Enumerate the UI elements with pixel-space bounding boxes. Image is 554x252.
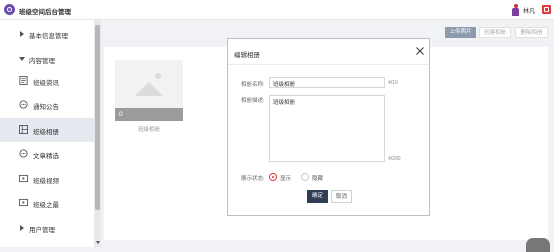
sidebar-item-label: 内容管理 [29, 58, 55, 65]
sidebar: 基本信息管理 内容管理 班级资讯 通知公告 班级相册 文章精选 班级视频 班级之… [0, 20, 94, 247]
sidebar-item-user-management[interactable]: 用户管理 [0, 216, 94, 240]
caret-right-icon [20, 225, 24, 231]
edit-album-dialog: 编辑相册 相册名称: 班级相册 4/10 相册描述: 班级相册 4/200 展示… [227, 38, 430, 216]
video-icon [19, 198, 28, 207]
confirm-button[interactable]: 确定 [307, 190, 328, 203]
sidebar-item-class-best[interactable]: 班级之最 [0, 191, 94, 215]
sidebar-item-basic-info[interactable]: 基本信息管理 [0, 22, 94, 46]
album-name: 班级相册 [137, 127, 160, 133]
sidebar-item-class-news[interactable]: 班级资讯 [0, 69, 94, 93]
video-icon [19, 174, 28, 183]
image-placeholder-icon [115, 60, 183, 108]
delete-album-button[interactable]: 删除相册 [515, 27, 548, 38]
caret-down-icon [19, 57, 25, 61]
sidebar-item-label: 班级视频 [33, 178, 59, 185]
album-name-value: 班级相册 [273, 82, 296, 88]
sidebar-item-label: 班级相册 [33, 129, 59, 136]
sidebar-item-label: 基本信息管理 [29, 33, 68, 40]
album-description-value: 班级相册 [273, 100, 296, 106]
scroll-down-arrow-icon[interactable] [96, 241, 100, 244]
sidebar-item-label: 文章精选 [33, 153, 59, 160]
album-count-bar: 0 [115, 108, 183, 121]
radio-hide[interactable] [301, 173, 309, 181]
user-avatar-icon[interactable] [511, 4, 520, 16]
top-bar: 班级空间后台管理 林凡 [0, 0, 554, 20]
document-icon [19, 76, 28, 85]
cancel-button[interactable]: 取消 [331, 190, 352, 203]
album-name-label: 相册名称: [241, 82, 265, 88]
radio-show-label[interactable]: 显示 [280, 174, 291, 182]
radio-show[interactable] [269, 173, 277, 181]
sidebar-item-label: 班级之最 [33, 202, 59, 209]
album-card[interactable]: 0 班级相册 [115, 60, 183, 137]
logo-icon [4, 4, 15, 15]
album-icon [19, 125, 28, 134]
close-icon[interactable] [415, 46, 425, 56]
caret-right-icon [20, 31, 24, 37]
sidebar-item-class-album[interactable]: 班级相册 [0, 118, 94, 142]
radio-hide-label[interactable]: 隐藏 [312, 174, 323, 182]
chat-bubble-icon [19, 100, 28, 109]
create-album-button[interactable]: 创建相册 [479, 27, 511, 38]
upload-photo-button[interactable]: 上传照片 [445, 27, 476, 38]
dialog-divider [228, 64, 429, 65]
sidebar-item-class-video[interactable]: 班级视频 [0, 167, 94, 191]
album-description-textarea[interactable]: 班级相册 [269, 95, 385, 162]
dialog-title: 编辑相册 [234, 52, 260, 59]
display-status-label: 展示状态: [241, 176, 265, 182]
username[interactable]: 林凡 [523, 6, 535, 15]
album-name-input[interactable]: 班级相册 [269, 77, 385, 88]
chat-bubble-icon [19, 149, 28, 158]
app-title: 班级空间后台管理 [19, 9, 71, 16]
sidebar-item-articles[interactable]: 文章精选 [0, 142, 94, 166]
scrollbar-thumb[interactable] [95, 25, 100, 210]
sidebar-item-label: 通知公告 [33, 104, 59, 111]
floating-widget[interactable] [526, 238, 550, 252]
description-char-counter: 4/200 [388, 156, 401, 162]
name-char-counter: 4/10 [388, 80, 398, 86]
logout-icon[interactable] [542, 5, 551, 14]
sidebar-item-label: 用户管理 [29, 227, 55, 234]
album-description-label: 相册描述: [241, 98, 265, 104]
sidebar-item-content[interactable]: 内容管理 [0, 47, 94, 71]
sidebar-item-notices[interactable]: 通知公告 [0, 93, 94, 117]
sidebar-scrollbar[interactable] [94, 20, 101, 247]
sidebar-item-label: 班级资讯 [33, 80, 59, 87]
album-count: 0 [119, 111, 123, 118]
